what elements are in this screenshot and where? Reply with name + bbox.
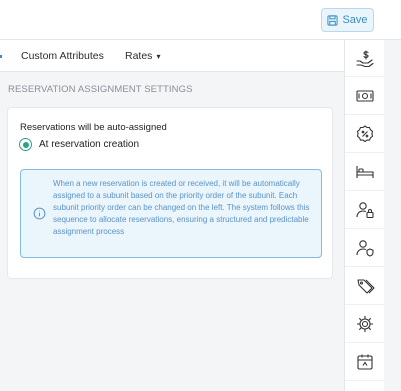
tags-icon — [357, 279, 375, 294]
user-shield-icon — [356, 240, 374, 257]
user-lock-icon — [356, 202, 374, 219]
discount-badge-icon — [356, 125, 374, 143]
tab-rates-label: Rates — [125, 50, 153, 62]
top-bar: Save — [0, 0, 401, 40]
radio-selected-dot — [22, 141, 29, 148]
rail-item-payments[interactable] — [345, 40, 385, 77]
bed-icon — [356, 166, 374, 178]
calendar-icon — [357, 354, 373, 370]
radio-button[interactable] — [19, 138, 32, 151]
hand-dollar-icon — [356, 50, 374, 68]
main-content: RESERVATION ASSIGNMENT SETTINGS Reservat… — [0, 72, 344, 391]
tab-custom-attributes[interactable]: Custom Attributes — [21, 40, 104, 72]
chevron-down-icon: ▾ — [156, 51, 161, 61]
info-box: When a new reservation is created or rec… — [20, 169, 322, 258]
section-title: RESERVATION ASSIGNMENT SETTINGS — [8, 84, 193, 95]
rail-item-rooms[interactable] — [345, 154, 385, 191]
cash-icon — [356, 90, 374, 102]
info-text: When a new reservation is created or rec… — [53, 179, 310, 236]
rail-item-settings[interactable] — [345, 306, 385, 343]
radio-label: At reservation creation — [39, 139, 140, 150]
tab-custom-attributes-label: Custom Attributes — [21, 50, 104, 62]
auto-assign-label: Reservations will be auto-assigned — [20, 122, 167, 133]
right-edge-strip — [384, 40, 401, 391]
rail-item-user-permissions[interactable] — [345, 192, 385, 229]
save-button-label: Save — [342, 14, 368, 26]
rail-item-user-security[interactable] — [345, 230, 385, 267]
tab-bar: Custom Attributes Rates ▾ — [0, 40, 344, 72]
info-icon — [33, 207, 46, 220]
save-icon — [327, 14, 339, 26]
save-button[interactable]: Save — [321, 8, 374, 32]
rail-item-calendar[interactable] — [345, 344, 385, 381]
tab-rates[interactable]: Rates ▾ — [125, 40, 160, 72]
reservation-creation-option[interactable]: At reservation creation — [19, 138, 139, 151]
assignment-settings-card: Reservations will be auto-assigned At re… — [7, 107, 333, 279]
settings-gear-icon — [357, 316, 373, 332]
previous-tab-indicator[interactable] — [0, 55, 2, 58]
rail-item-cash[interactable] — [345, 78, 385, 115]
rail-item-discounts[interactable] — [345, 116, 385, 153]
right-icon-rail — [344, 40, 385, 391]
rail-item-tags[interactable] — [345, 268, 385, 305]
